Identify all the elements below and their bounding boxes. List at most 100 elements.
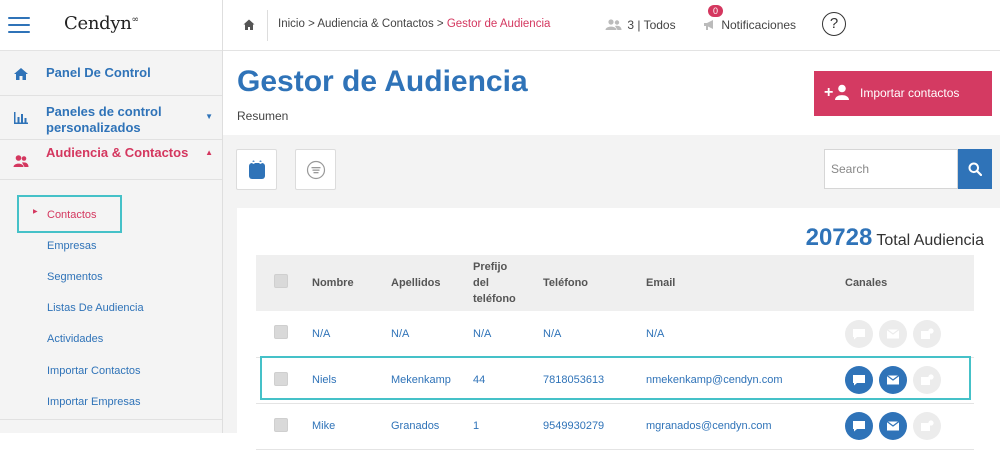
sms-channel-icon[interactable] xyxy=(845,319,873,348)
row-checkbox[interactable] xyxy=(274,371,288,386)
filter-button[interactable] xyxy=(295,149,336,190)
filter-icon xyxy=(306,160,326,180)
search-icon xyxy=(968,162,982,176)
column-header-canales: Canales xyxy=(845,277,888,289)
search-input[interactable] xyxy=(824,149,958,189)
chevron-up-icon: ▲ xyxy=(205,148,213,157)
topbar: Inicio > Audiencia & Contactos > Gestor … xyxy=(223,0,1000,51)
help-icon[interactable]: ? xyxy=(822,12,846,36)
row-checkbox[interactable] xyxy=(274,325,288,340)
column-header-nombre[interactable]: Nombre xyxy=(308,255,387,311)
menu-icon[interactable] xyxy=(8,17,30,33)
notifications[interactable]: Notificaciones xyxy=(703,18,796,32)
table-row[interactable]: N/A N/A N/A N/A N/A xyxy=(256,311,974,357)
push-channel-icon[interactable] xyxy=(913,412,941,440)
cell-prefijo: 44 xyxy=(473,374,486,386)
breadcrumb: Inicio > Audiencia & Contactos > Gestor … xyxy=(278,18,550,30)
total-count: 20728 xyxy=(805,224,873,251)
breadcrumb-separator: > xyxy=(308,18,315,30)
calendar-button[interactable] xyxy=(236,149,277,190)
email-channel-icon[interactable] xyxy=(879,319,907,348)
plus-icon: + xyxy=(824,84,834,101)
active-bullet-icon: ▶ xyxy=(33,209,38,215)
main-content: Gestor de Audiencia Resumen + Importar c… xyxy=(223,51,1000,449)
table-row[interactable]: Niels Mekenkamp 44 7818053613 nmekenkamp… xyxy=(256,357,974,403)
sidebar-subitem-importar-contactos[interactable]: Importar Contactos xyxy=(47,365,141,377)
calendar-icon xyxy=(249,160,265,179)
column-header-email[interactable]: Email xyxy=(642,255,841,311)
sidebar-subitem-empresas[interactable]: Empresas xyxy=(47,240,97,252)
sidebar-header: Cendyn∞ xyxy=(0,0,222,51)
select-all-checkbox[interactable] xyxy=(274,273,288,288)
total-audience: 20728 Total Audiencia xyxy=(806,224,984,252)
home-icon[interactable] xyxy=(243,19,255,31)
column-header-prefijo-line: Prefijo xyxy=(473,261,508,273)
search-button[interactable] xyxy=(958,149,992,189)
sms-channel-icon[interactable] xyxy=(845,412,873,440)
sidebar-submenu: ▶ Contactos Empresas Segmentos Listas De… xyxy=(0,180,222,420)
cell-apellidos: Granados xyxy=(391,420,440,432)
cell-nombre[interactable]: N/A xyxy=(308,311,387,357)
column-header-prefijo[interactable]: Prefijo del teléfono xyxy=(469,255,539,311)
push-channel-icon[interactable] xyxy=(913,366,941,394)
import-contacts-button[interactable]: + Importar contactos xyxy=(814,71,992,116)
users-indicator[interactable]: 3 | Todos xyxy=(605,18,676,32)
sidebar-subitem-contactos[interactable]: Contactos xyxy=(47,209,97,221)
push-channel-icon[interactable] xyxy=(913,319,941,348)
table-header-row: Nombre Apellidos Prefijo del teléfono Te… xyxy=(256,255,974,311)
cell-email: mgranados@cendyn.com xyxy=(646,420,772,432)
cell-telefono: 7818053613 xyxy=(543,374,605,386)
page-header: Gestor de Audiencia Resumen + Importar c… xyxy=(223,51,1000,135)
sidebar-subitem-actividades[interactable]: Actividades xyxy=(47,333,103,345)
sidebar-subitem-listas[interactable]: Listas De Audiencia xyxy=(47,302,144,314)
sidebar-item-panel-de-control[interactable]: Panel De Control xyxy=(0,51,222,96)
cell-email: nmekenkamp@cendyn.com xyxy=(646,374,783,386)
sidebar-item-audiencia-contactos[interactable]: Audiencia & Contactos ▲ xyxy=(0,140,222,180)
column-header-telefono[interactable]: Teléfono xyxy=(539,255,642,311)
sms-channel-icon[interactable] xyxy=(845,366,873,394)
sidebar-item-label: Audiencia & Contactos xyxy=(46,145,189,160)
cell-prefijo: 1 xyxy=(473,420,480,432)
row-checkbox[interactable] xyxy=(274,417,288,432)
audience-panel: 20728 Total Audiencia Nombre Apellidos Pr… xyxy=(237,208,1000,449)
user-icon xyxy=(835,84,849,100)
email-channel-icon[interactable] xyxy=(879,412,907,440)
table-row[interactable]: Mike Granados 1 9549930279 mgranados@cen… xyxy=(256,403,974,449)
users-label: 3 | Todos xyxy=(627,18,676,32)
column-header-prefijo-line: teléfono xyxy=(473,293,516,305)
logo: Cendyn∞ xyxy=(64,13,139,34)
users-icon xyxy=(605,19,622,30)
divider xyxy=(267,10,268,41)
sidebar-subitem-segmentos[interactable]: Segmentos xyxy=(47,271,103,283)
cell-telefono: 9549930279 xyxy=(543,420,605,432)
email-channel-icon[interactable] xyxy=(879,366,907,394)
column-header-apellidos[interactable]: Apellidos xyxy=(387,255,469,311)
cell-nombre[interactable]: Niels xyxy=(308,357,387,403)
cell-nombre[interactable]: Mike xyxy=(308,403,387,449)
sidebar-subitem-importar-empresas[interactable]: Importar Empresas xyxy=(47,396,141,408)
cell-apellidos: Mekenkamp xyxy=(391,374,451,386)
bar-chart-icon xyxy=(14,112,28,124)
notifications-label: Notificaciones xyxy=(721,18,797,32)
megaphone-icon xyxy=(704,20,713,30)
page-subtitle: Resumen xyxy=(237,109,289,123)
breadcrumb-audiencia[interactable]: Audiencia & Contactos xyxy=(317,18,433,30)
breadcrumb-current: Gestor de Audiencia xyxy=(446,18,551,30)
page-title: Gestor de Audiencia xyxy=(237,65,528,98)
breadcrumb-separator: > xyxy=(436,18,444,30)
sidebar: Cendyn∞ Panel De Control Paneles de cont… xyxy=(0,0,223,433)
notification-badge: 0 xyxy=(708,5,724,17)
chevron-down-icon: ▼ xyxy=(205,112,213,121)
sidebar-item-label: Panel De Control xyxy=(46,65,151,80)
cell-telefono: N/A xyxy=(543,327,562,340)
import-contacts-label: Importar contactos xyxy=(860,86,960,100)
cell-prefijo: N/A xyxy=(473,327,492,340)
column-header-prefijo-line: del xyxy=(473,277,489,289)
cell-email: N/A xyxy=(646,327,665,340)
contacts-table: Nombre Apellidos Prefijo del teléfono Te… xyxy=(256,255,974,450)
sidebar-item-paneles-personalizados[interactable]: Paneles de control personalizados ▼ xyxy=(0,96,222,140)
users-icon xyxy=(13,155,29,167)
breadcrumb-home[interactable]: Inicio xyxy=(278,18,305,30)
total-label: Total Audiencia xyxy=(876,232,984,249)
sidebar-item-label: Paneles de control personalizados xyxy=(46,104,162,135)
